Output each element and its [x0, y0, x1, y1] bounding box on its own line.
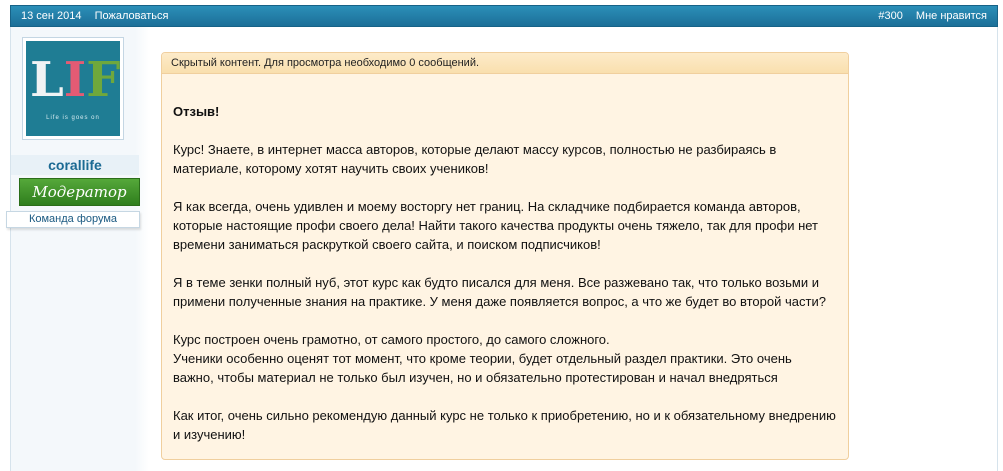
- post-header-bar: 13 сен 2014 Пожаловаться #300 Мне нравит…: [10, 5, 998, 27]
- avatar-logo-word: L I F E: [30, 51, 120, 109]
- message-paragraph: Я в теме зенки полный нуб, этот курс как…: [173, 275, 826, 309]
- user-info-column: L I F E Life is goes on corallife Модера…: [6, 27, 149, 471]
- message-paragraph: Как итог, очень сильно рекомендую данный…: [173, 408, 836, 442]
- message-paragraph: Курс! Знаете, в интернет масса авторов, …: [173, 142, 777, 176]
- avatar-frame[interactable]: L I F E Life is goes on: [22, 37, 124, 140]
- forum-post-page: 13 сен 2014 Пожаловаться #300 Мне нравит…: [0, 0, 1003, 471]
- avatar-motto: Life is goes on: [46, 115, 100, 121]
- like-link[interactable]: Мне нравится: [916, 10, 987, 22]
- post-meta-right: #300 Мне нравится: [878, 6, 987, 26]
- avatar-letter: L: [30, 52, 64, 108]
- avatar-letter: I: [63, 52, 87, 108]
- message-title: Отзыв!: [173, 104, 220, 119]
- avatar-letter: F: [86, 52, 120, 108]
- post-number-link[interactable]: #300: [878, 10, 902, 22]
- post-body: L I F E Life is goes on corallife Модера…: [6, 27, 998, 471]
- message-paragraph: Курс построен очень грамотно, от самого …: [173, 332, 610, 347]
- avatar: L I F E Life is goes on: [26, 41, 120, 136]
- message-content: Отзыв! Курс! Знаете, в интернет масса ав…: [162, 74, 848, 444]
- username-link[interactable]: corallife: [11, 155, 139, 175]
- post-date: 13 сен 2014: [21, 10, 82, 22]
- moderator-role-badge: Модератор: [19, 178, 140, 206]
- hidden-content-notice: Скрытый контент. Для просмотра необходим…: [162, 53, 848, 74]
- report-link[interactable]: Пожаловаться: [95, 10, 169, 22]
- hidden-content-box: Скрытый контент. Для просмотра необходим…: [161, 52, 849, 460]
- message-paragraph: Ученики особенно оценят тот момент, что …: [173, 351, 792, 385]
- message-paragraph: Я как всегда, очень удивлен и моему вост…: [173, 199, 818, 252]
- post-meta-left: 13 сен 2014 Пожаловаться: [21, 6, 168, 26]
- forum-team-badge: Команда форума: [6, 211, 140, 228]
